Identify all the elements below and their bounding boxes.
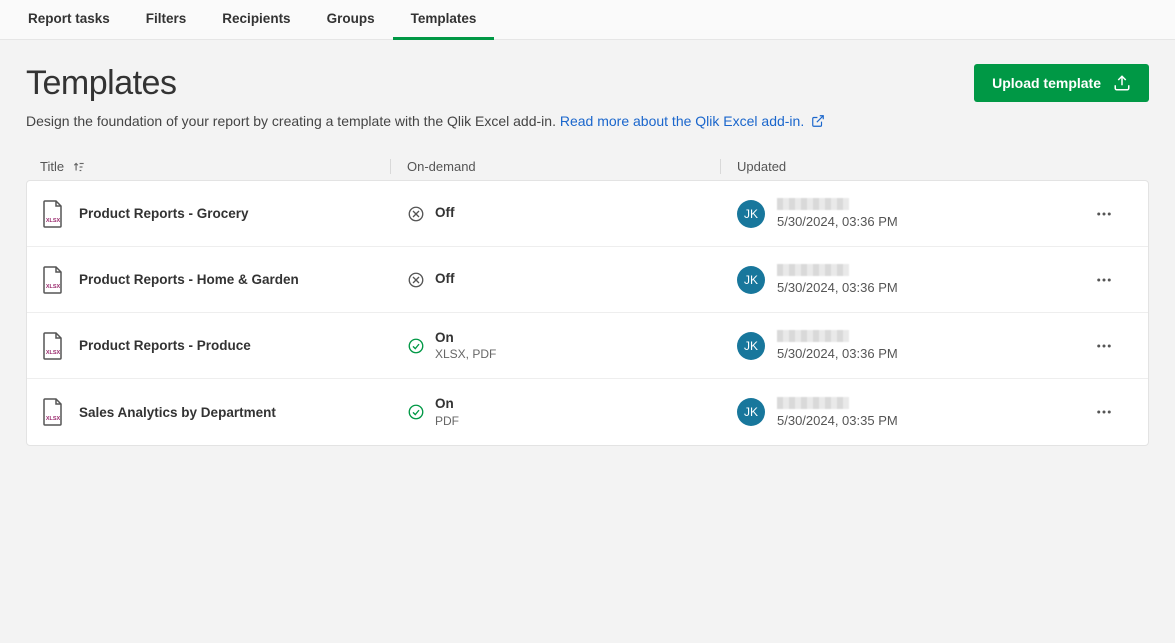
more-actions-button[interactable] xyxy=(1089,331,1119,361)
more-actions-button[interactable] xyxy=(1089,265,1119,295)
svg-text:XLSX: XLSX xyxy=(46,284,61,290)
page-subtitle: Design the foundation of your report by … xyxy=(26,113,825,129)
sort-asc-icon xyxy=(72,160,86,174)
xlsx-file-icon: XLSX xyxy=(41,266,65,294)
tab-report-tasks[interactable]: Report tasks xyxy=(10,0,128,40)
ondemand-status: Off xyxy=(435,271,455,287)
svg-text:XLSX: XLSX xyxy=(46,350,61,356)
svg-text:XLSX: XLSX xyxy=(46,218,61,224)
ondemand-status: On xyxy=(435,396,459,412)
cell-title: XLSX Product Reports - Home & Garden xyxy=(41,266,391,294)
updated-timestamp: 5/30/2024, 03:36 PM xyxy=(777,214,898,229)
tabs-bar: Report tasks Filters Recipients Groups T… xyxy=(0,0,1175,40)
avatar: JK xyxy=(737,266,765,294)
x-circle-icon xyxy=(407,205,425,223)
column-headers: Title On-demand Updated xyxy=(26,153,1149,180)
user-name-redacted xyxy=(777,198,849,210)
more-horizontal-icon xyxy=(1095,403,1113,421)
table-row[interactable]: XLSX Product Reports - Produce On XLSX, … xyxy=(27,313,1148,379)
column-header-title-label: Title xyxy=(40,159,64,174)
tab-filters[interactable]: Filters xyxy=(128,0,205,40)
more-horizontal-icon xyxy=(1095,337,1113,355)
user-name-redacted xyxy=(777,397,849,409)
cell-actions xyxy=(1074,265,1134,295)
ondemand-formats: PDF xyxy=(435,414,459,428)
x-circle-icon xyxy=(407,271,425,289)
updated-timestamp: 5/30/2024, 03:35 PM xyxy=(777,413,898,428)
user-name-redacted xyxy=(777,330,849,342)
column-header-title[interactable]: Title xyxy=(40,159,390,174)
cell-updated: JK 5/30/2024, 03:35 PM xyxy=(721,397,1074,428)
table-row[interactable]: XLSX Sales Analytics by Department On PD… xyxy=(27,379,1148,445)
page-header: Templates Design the foundation of your … xyxy=(0,40,1175,145)
cell-actions xyxy=(1074,397,1134,427)
ondemand-status: Off xyxy=(435,205,455,221)
read-more-link-text: Read more about the Qlik Excel add-in. xyxy=(560,113,804,129)
updated-timestamp: 5/30/2024, 03:36 PM xyxy=(777,280,898,295)
tab-recipients[interactable]: Recipients xyxy=(204,0,308,40)
check-circle-icon xyxy=(407,403,425,421)
upload-template-label: Upload template xyxy=(992,75,1101,91)
table-row[interactable]: XLSX Product Reports - Home & Garden Off… xyxy=(27,247,1148,313)
column-header-updated[interactable]: Updated xyxy=(720,159,1075,174)
check-circle-icon xyxy=(407,337,425,355)
template-title: Sales Analytics by Department xyxy=(79,405,276,420)
xlsx-file-icon: XLSX xyxy=(41,200,65,228)
external-link-icon xyxy=(811,114,825,128)
cell-actions xyxy=(1074,199,1134,229)
ondemand-status: On xyxy=(435,330,496,346)
subtitle-text: Design the foundation of your report by … xyxy=(26,113,556,129)
template-title: Product Reports - Produce xyxy=(79,338,251,353)
templates-table: Title On-demand Updated XLSX Product Rep… xyxy=(26,153,1149,446)
cell-title: XLSX Sales Analytics by Department xyxy=(41,398,391,426)
cell-title: XLSX Product Reports - Grocery xyxy=(41,200,391,228)
svg-text:XLSX: XLSX xyxy=(46,416,61,422)
cell-actions xyxy=(1074,331,1134,361)
avatar: JK xyxy=(737,398,765,426)
upload-icon xyxy=(1113,74,1131,92)
template-title: Product Reports - Grocery xyxy=(79,206,249,221)
more-actions-button[interactable] xyxy=(1089,397,1119,427)
user-name-redacted xyxy=(777,264,849,276)
more-horizontal-icon xyxy=(1095,205,1113,223)
xlsx-file-icon: XLSX xyxy=(41,332,65,360)
cell-ondemand: On PDF xyxy=(391,396,721,427)
cell-updated: JK 5/30/2024, 03:36 PM xyxy=(721,198,1074,229)
cell-ondemand: On XLSX, PDF xyxy=(391,330,721,361)
tab-groups[interactable]: Groups xyxy=(309,0,393,40)
avatar: JK xyxy=(737,332,765,360)
ondemand-formats: XLSX, PDF xyxy=(435,347,496,361)
column-header-ondemand[interactable]: On-demand xyxy=(390,159,720,174)
read-more-link[interactable]: Read more about the Qlik Excel add-in. xyxy=(560,113,825,129)
cell-updated: JK 5/30/2024, 03:36 PM xyxy=(721,330,1074,361)
table-body: XLSX Product Reports - Grocery Off JK 5/… xyxy=(26,180,1149,446)
cell-ondemand: Off xyxy=(391,205,721,223)
upload-template-button[interactable]: Upload template xyxy=(974,64,1149,102)
more-actions-button[interactable] xyxy=(1089,199,1119,229)
cell-ondemand: Off xyxy=(391,271,721,289)
updated-timestamp: 5/30/2024, 03:36 PM xyxy=(777,346,898,361)
xlsx-file-icon: XLSX xyxy=(41,398,65,426)
avatar: JK xyxy=(737,200,765,228)
tab-templates[interactable]: Templates xyxy=(393,0,495,40)
table-row[interactable]: XLSX Product Reports - Grocery Off JK 5/… xyxy=(27,181,1148,247)
cell-updated: JK 5/30/2024, 03:36 PM xyxy=(721,264,1074,295)
template-title: Product Reports - Home & Garden xyxy=(79,272,299,287)
more-horizontal-icon xyxy=(1095,271,1113,289)
cell-title: XLSX Product Reports - Produce xyxy=(41,332,391,360)
page-title: Templates xyxy=(26,64,825,103)
